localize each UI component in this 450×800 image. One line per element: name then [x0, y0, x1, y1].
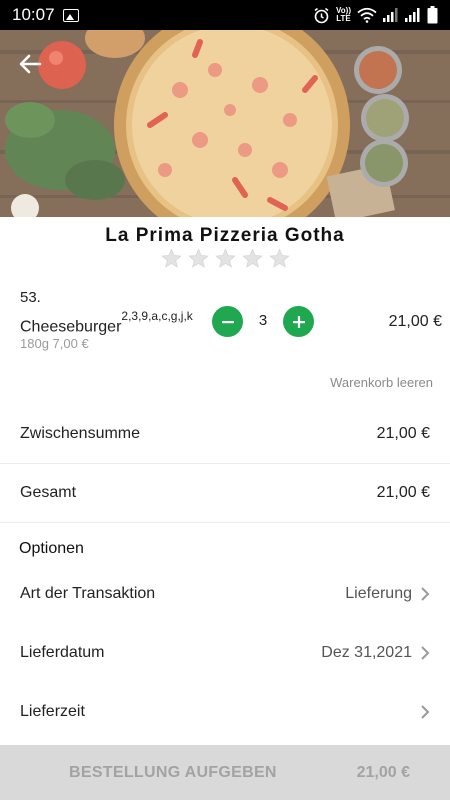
clear-cart-link[interactable]: Warenkorb leeren — [330, 375, 433, 390]
subtotal-value: 21,00 € — [376, 425, 430, 442]
wifi-icon — [357, 7, 377, 23]
divider — [0, 463, 450, 464]
place-order-label: BESTELLUNG AUFGEBEN — [69, 763, 277, 781]
restaurant-name: La Prima Pizzeria Gotha — [105, 225, 345, 246]
transaction-type-label: Art der Transaktion — [20, 585, 156, 602]
delivery-date-value: Dez 31,2021 — [321, 644, 412, 661]
item-title: Cheeseburger — [20, 318, 122, 336]
back-arrow-icon[interactable] — [16, 50, 44, 78]
delivery-date-label: Lieferdatum — [20, 644, 105, 661]
divider — [0, 522, 450, 523]
item-number: 53. — [20, 289, 41, 306]
item-name: Cheeseburger2,3,9,a,c,g,j,k — [20, 309, 193, 336]
item-allergens: 2,3,9,a,c,g,j,k — [121, 309, 193, 323]
plus-icon — [292, 315, 305, 328]
signal-icon-1 — [383, 8, 398, 22]
total-row: Gesamt 21,00 € — [0, 478, 450, 508]
star-icon — [241, 248, 263, 268]
chevron-right-icon — [421, 587, 430, 601]
pizza-illustration — [0, 30, 450, 217]
place-order-button[interactable]: BESTELLUNG AUFGEBEN 21,00 € — [0, 745, 450, 800]
star-icon — [160, 248, 182, 268]
chevron-right-icon — [421, 646, 430, 660]
total-value: 21,00 € — [376, 484, 430, 501]
status-time: 10:07 — [12, 5, 55, 24]
signal-icon-2 — [405, 8, 420, 22]
alarm-icon — [314, 7, 329, 23]
delivery-time-row[interactable]: Lieferzeit — [0, 690, 450, 734]
star-icon — [187, 248, 209, 268]
increase-quantity-button[interactable] — [283, 306, 314, 337]
volte-icon: Vo)) LTE — [336, 6, 351, 23]
total-label: Gesamt — [20, 484, 77, 501]
quantity-value: 3 — [258, 312, 268, 329]
gallery-notification-icon — [62, 8, 79, 22]
decrease-quantity-button[interactable] — [212, 306, 243, 337]
status-icons: Vo)) LTE — [313, 6, 438, 24]
place-order-price: 21,00 € — [356, 763, 410, 781]
item-price: 21,00 € — [388, 313, 442, 330]
battery-icon — [427, 6, 438, 24]
minus-icon — [221, 320, 234, 323]
rating-stars — [0, 248, 450, 269]
delivery-time-label: Lieferzeit — [20, 703, 85, 720]
subtotal-label: Zwischensumme — [20, 425, 141, 442]
delivery-date-row[interactable]: Lieferdatum Dez 31,2021 — [0, 631, 450, 675]
restaurant-hero-image — [0, 30, 450, 217]
item-details: 180g 7,00 € — [20, 336, 89, 351]
subtotal-row: Zwischensumme 21,00 € — [0, 419, 450, 449]
star-icon — [268, 248, 290, 268]
transaction-type-row[interactable]: Art der Transaktion Lieferung — [0, 572, 450, 616]
chevron-right-icon — [421, 705, 430, 719]
star-icon — [214, 248, 236, 268]
options-title: Optionen — [19, 540, 84, 557]
transaction-type-value: Lieferung — [345, 585, 412, 602]
status-bar: 10:07 Vo)) LTE — [0, 0, 450, 30]
